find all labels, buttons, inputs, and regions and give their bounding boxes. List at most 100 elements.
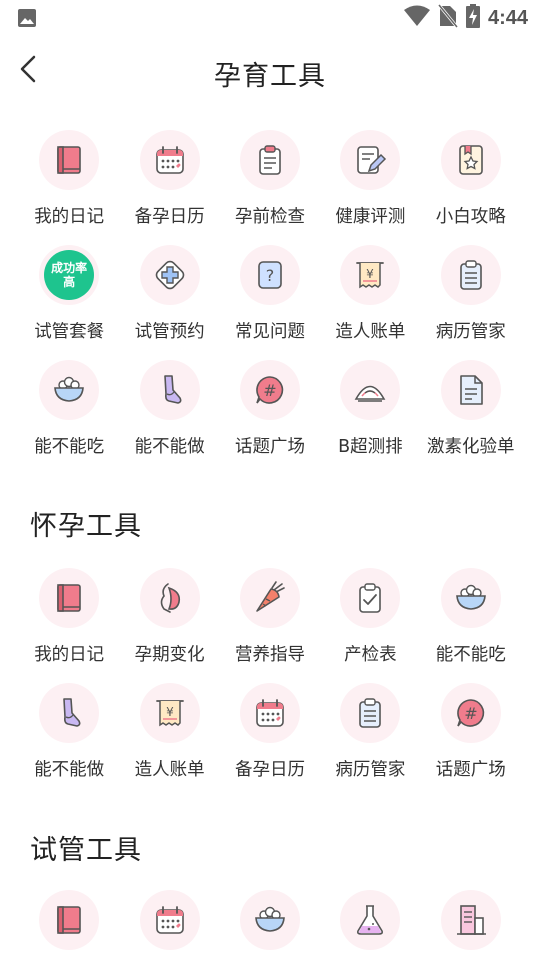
tool-icon-circle [139, 245, 200, 305]
clipboard-checklist-icon [252, 142, 288, 178]
tool-icon-circle [239, 890, 300, 950]
question-icon: ? [252, 257, 288, 293]
tool-label: 孕前检查 [234, 207, 305, 227]
yuan-bill-icon: ¥ [352, 257, 388, 293]
tool-label: 我的日记 [34, 207, 105, 227]
tool-item-clipboard-checklist[interactable]: 孕前检查 [220, 130, 320, 245]
tool-label: 造人账单 [335, 322, 406, 342]
tool-item-leg[interactable]: 能不能做 [19, 683, 119, 798]
pregnant-belly-icon [152, 580, 188, 616]
tool-item-diary-book[interactable]: 我的日记 [19, 130, 119, 245]
star-book-icon [453, 142, 489, 178]
tool-item-rice-bowl[interactable]: 能不能吃 [19, 360, 119, 475]
tool-label: 能不能吃 [34, 437, 105, 457]
no-sim-icon [437, 4, 459, 32]
diary-book-icon [51, 902, 87, 938]
tool-icon-circle [139, 890, 200, 950]
tool-icon-circle [139, 360, 200, 420]
tool-icon-circle [340, 568, 401, 628]
tool-item-ultrasound[interactable]: B超测排 [320, 360, 420, 475]
carrot-icon [252, 580, 288, 616]
section-grid-pregnancy: 我的日记 孕期变化 营养指导 产检表 能不能吃能不能做 ¥ 造人账单 备孕日历 病历管家 # 话题广… [19, 568, 521, 798]
image-notification-icon [17, 8, 37, 32]
tool-label: 病历管家 [435, 322, 506, 342]
tool-icon-circle [39, 890, 100, 950]
tool-item-medical-cross[interactable]: 试管预约 [119, 245, 219, 360]
tool-icon-circle [139, 568, 200, 628]
tool-item-medical-record[interactable]: 病历管家 [421, 245, 521, 360]
notepad-pen-icon [352, 142, 388, 178]
battery-charging-icon [465, 4, 480, 32]
tool-label: 备孕日历 [134, 207, 205, 227]
tool-icon-circle [340, 683, 401, 743]
tool-item-calendar[interactable]: 备孕日历 [119, 890, 219, 960]
leg-icon [51, 695, 87, 731]
badge-text: 成功率高 [51, 261, 88, 289]
tool-icon-circle: ¥ [340, 245, 401, 305]
tool-icon-circle: # [239, 360, 300, 420]
page-title: 孕育工具 [214, 61, 326, 92]
section-title-ivf: 试管工具 [30, 835, 142, 866]
calendar-icon [152, 142, 188, 178]
document-icon [453, 372, 489, 408]
tool-icon-circle [340, 130, 401, 190]
tool-label: 产检表 [344, 645, 397, 665]
tool-icon-circle: 成功率高 [39, 245, 100, 305]
tool-icon-circle: # [440, 683, 501, 743]
tool-item-success-rate-badge[interactable]: 成功率高 试管套餐 [19, 245, 119, 360]
tool-item-yuan-bill[interactable]: ¥ 造人账单 [119, 683, 219, 798]
section-title-pregnancy: 怀孕工具 [30, 511, 142, 542]
tool-icon-circle [340, 890, 401, 950]
tool-label: 激素化验单 [427, 437, 515, 457]
tool-item-yuan-bill[interactable]: ¥ 造人账单 [320, 245, 420, 360]
tool-icon-circle [340, 360, 401, 420]
tool-item-leg[interactable]: 能不能做 [119, 360, 219, 475]
calendar-icon [252, 695, 288, 731]
tool-item-diary-book[interactable]: 我的日记 [19, 890, 119, 960]
tool-item-calendar[interactable]: 备孕日历 [220, 683, 320, 798]
svg-text:¥: ¥ [367, 267, 375, 281]
tool-icon-circle: ¥ [139, 683, 200, 743]
tool-item-document[interactable]: 激素化验单 [421, 360, 521, 475]
svg-text:#: # [263, 381, 276, 400]
hashtag-bubble-icon: # [453, 695, 489, 731]
tool-label: 病历管家 [335, 760, 406, 780]
tool-item-calendar[interactable]: 备孕日历 [119, 130, 219, 245]
tool-item-carrot[interactable]: 营养指导 [220, 568, 320, 683]
tool-item-pregnant-belly[interactable]: 孕期变化 [119, 568, 219, 683]
tool-item-clipboard-check[interactable]: 产检表 [320, 568, 420, 683]
wifi-icon [403, 5, 430, 31]
section-grid-pregnancy-prep: 我的日记 备孕日历 孕前检查 健康评测 小白攻略成功率高 试管套餐 试管预约? 常见问题 ¥ 造人… [19, 130, 521, 475]
clipboard-check-icon [352, 580, 388, 616]
tool-item-hashtag-bubble[interactable]: # 话题广场 [220, 360, 320, 475]
tool-icon-circle [39, 360, 100, 420]
success-rate-badge-icon: 成功率高 [44, 250, 95, 300]
tool-item-hospital-building[interactable]: 医院榜单 [421, 890, 521, 960]
rice-bowl-icon [453, 580, 489, 616]
tool-item-hashtag-bubble[interactable]: # 话题广场 [421, 683, 521, 798]
tool-item-star-book[interactable]: 小白攻略 [421, 130, 521, 245]
tool-label: 造人账单 [134, 760, 205, 780]
tool-label: 能不能做 [34, 760, 105, 780]
tool-item-flask[interactable]: 试纸测测 [320, 890, 420, 960]
ultrasound-icon [352, 372, 388, 408]
section-grid-ivf: 我的日记备孕日历能不能吃试纸测测医院榜单 [19, 890, 521, 960]
rice-bowl-icon [51, 372, 87, 408]
tool-label: 营养指导 [234, 645, 305, 665]
tool-label: 常见问题 [234, 322, 305, 342]
tool-item-medical-record[interactable]: 病历管家 [320, 683, 420, 798]
tool-label: 孕期变化 [134, 645, 205, 665]
tool-item-rice-bowl[interactable]: 能不能吃 [220, 890, 320, 960]
tool-item-notepad-pen[interactable]: 健康评测 [320, 130, 420, 245]
tool-item-question[interactable]: ? 常见问题 [220, 245, 320, 360]
medical-cross-icon [152, 257, 188, 293]
tool-label: 我的日记 [34, 645, 105, 665]
medical-record-icon [352, 695, 388, 731]
medical-record-icon [453, 257, 489, 293]
tool-label: 能不能做 [134, 437, 205, 457]
tool-item-rice-bowl[interactable]: 能不能吃 [421, 568, 521, 683]
tool-item-diary-book[interactable]: 我的日记 [19, 568, 119, 683]
tool-icon-circle [440, 130, 501, 190]
tool-icon-circle [440, 360, 501, 420]
yuan-bill-icon: ¥ [152, 695, 188, 731]
